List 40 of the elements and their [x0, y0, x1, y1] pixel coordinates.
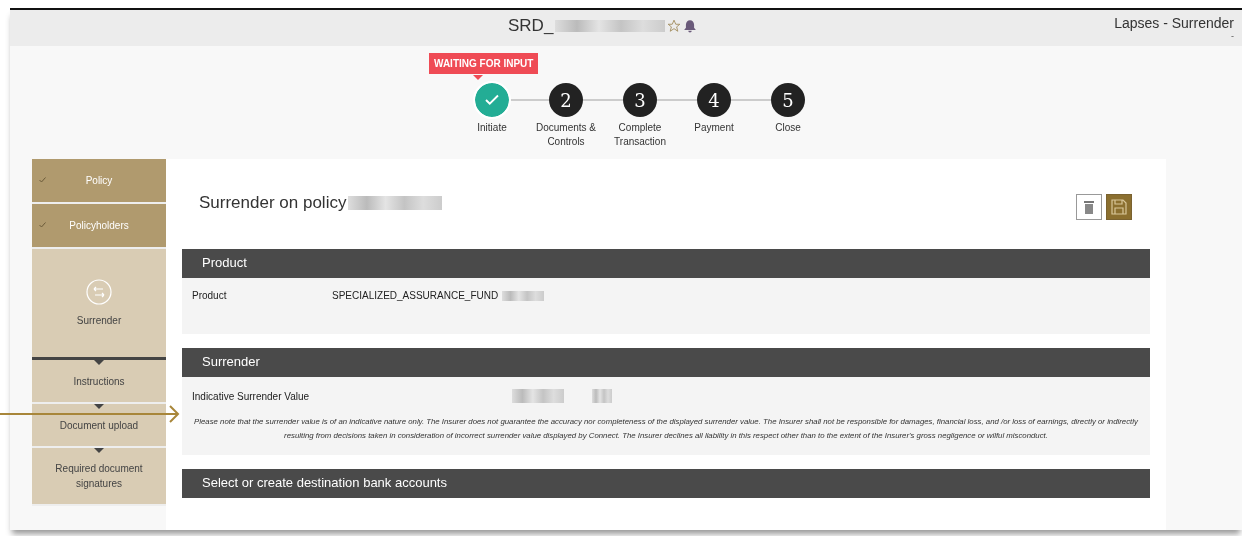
- redacted-text: [512, 389, 564, 403]
- step-label: Documents & Controls: [535, 121, 597, 149]
- step-circle[interactable]: 5: [771, 83, 805, 117]
- step-circle[interactable]: 2: [549, 83, 583, 117]
- sidebar-item[interactable]: Surrender: [32, 249, 166, 360]
- star-icon[interactable]: [667, 19, 682, 33]
- sidebar-label: Policy: [85, 174, 113, 188]
- sidebar-item[interactable]: Document upload: [32, 404, 166, 448]
- field-value: SPECIALIZED_ASSURANCE_FUND: [332, 290, 499, 301]
- step-circle[interactable]: [475, 83, 509, 117]
- sidebar-label: Surrender: [76, 313, 122, 328]
- step-label: Payment: [693, 121, 735, 135]
- trash-icon: [1083, 199, 1095, 215]
- status-badge: WAITING FOR INPUT: [429, 53, 539, 74]
- bell-icon[interactable]: [683, 19, 698, 33]
- step-circle[interactable]: 3: [623, 83, 657, 117]
- section-header: Select or create destination bank accounts: [182, 469, 1150, 498]
- page-title: Surrender on policy: [199, 193, 347, 213]
- step-circle[interactable]: 4: [697, 83, 731, 117]
- step-label: Complete Transaction: [613, 121, 667, 149]
- sidebar-item[interactable]: Instructions: [32, 360, 166, 404]
- redacted-text: [502, 290, 545, 301]
- sidebar-item[interactable]: Required document signatures: [32, 448, 166, 506]
- exchange-icon: [86, 278, 112, 305]
- breadcrumb: Lapses - Surrender: [1114, 15, 1234, 31]
- redacted-text: [592, 389, 612, 403]
- section-header: Product: [182, 249, 1150, 278]
- step-label: Close: [774, 121, 802, 135]
- save-button[interactable]: [1106, 194, 1132, 220]
- breadcrumb-subtitle: -: [1230, 31, 1234, 41]
- field-label: Product: [192, 290, 228, 301]
- sidebar-label: Document upload: [59, 418, 139, 433]
- delete-button[interactable]: [1076, 194, 1102, 220]
- section-header: Surrender: [182, 348, 1150, 377]
- step-label: Initiate: [476, 121, 508, 135]
- sidebar-label: Policyholders: [69, 219, 129, 233]
- case-title: SRD_: [508, 16, 554, 36]
- field-label: Indicative Surrender Value: [192, 390, 311, 402]
- sidebar-label: Instructions: [73, 374, 125, 389]
- sidebar-label: Required document signatures: [54, 462, 144, 491]
